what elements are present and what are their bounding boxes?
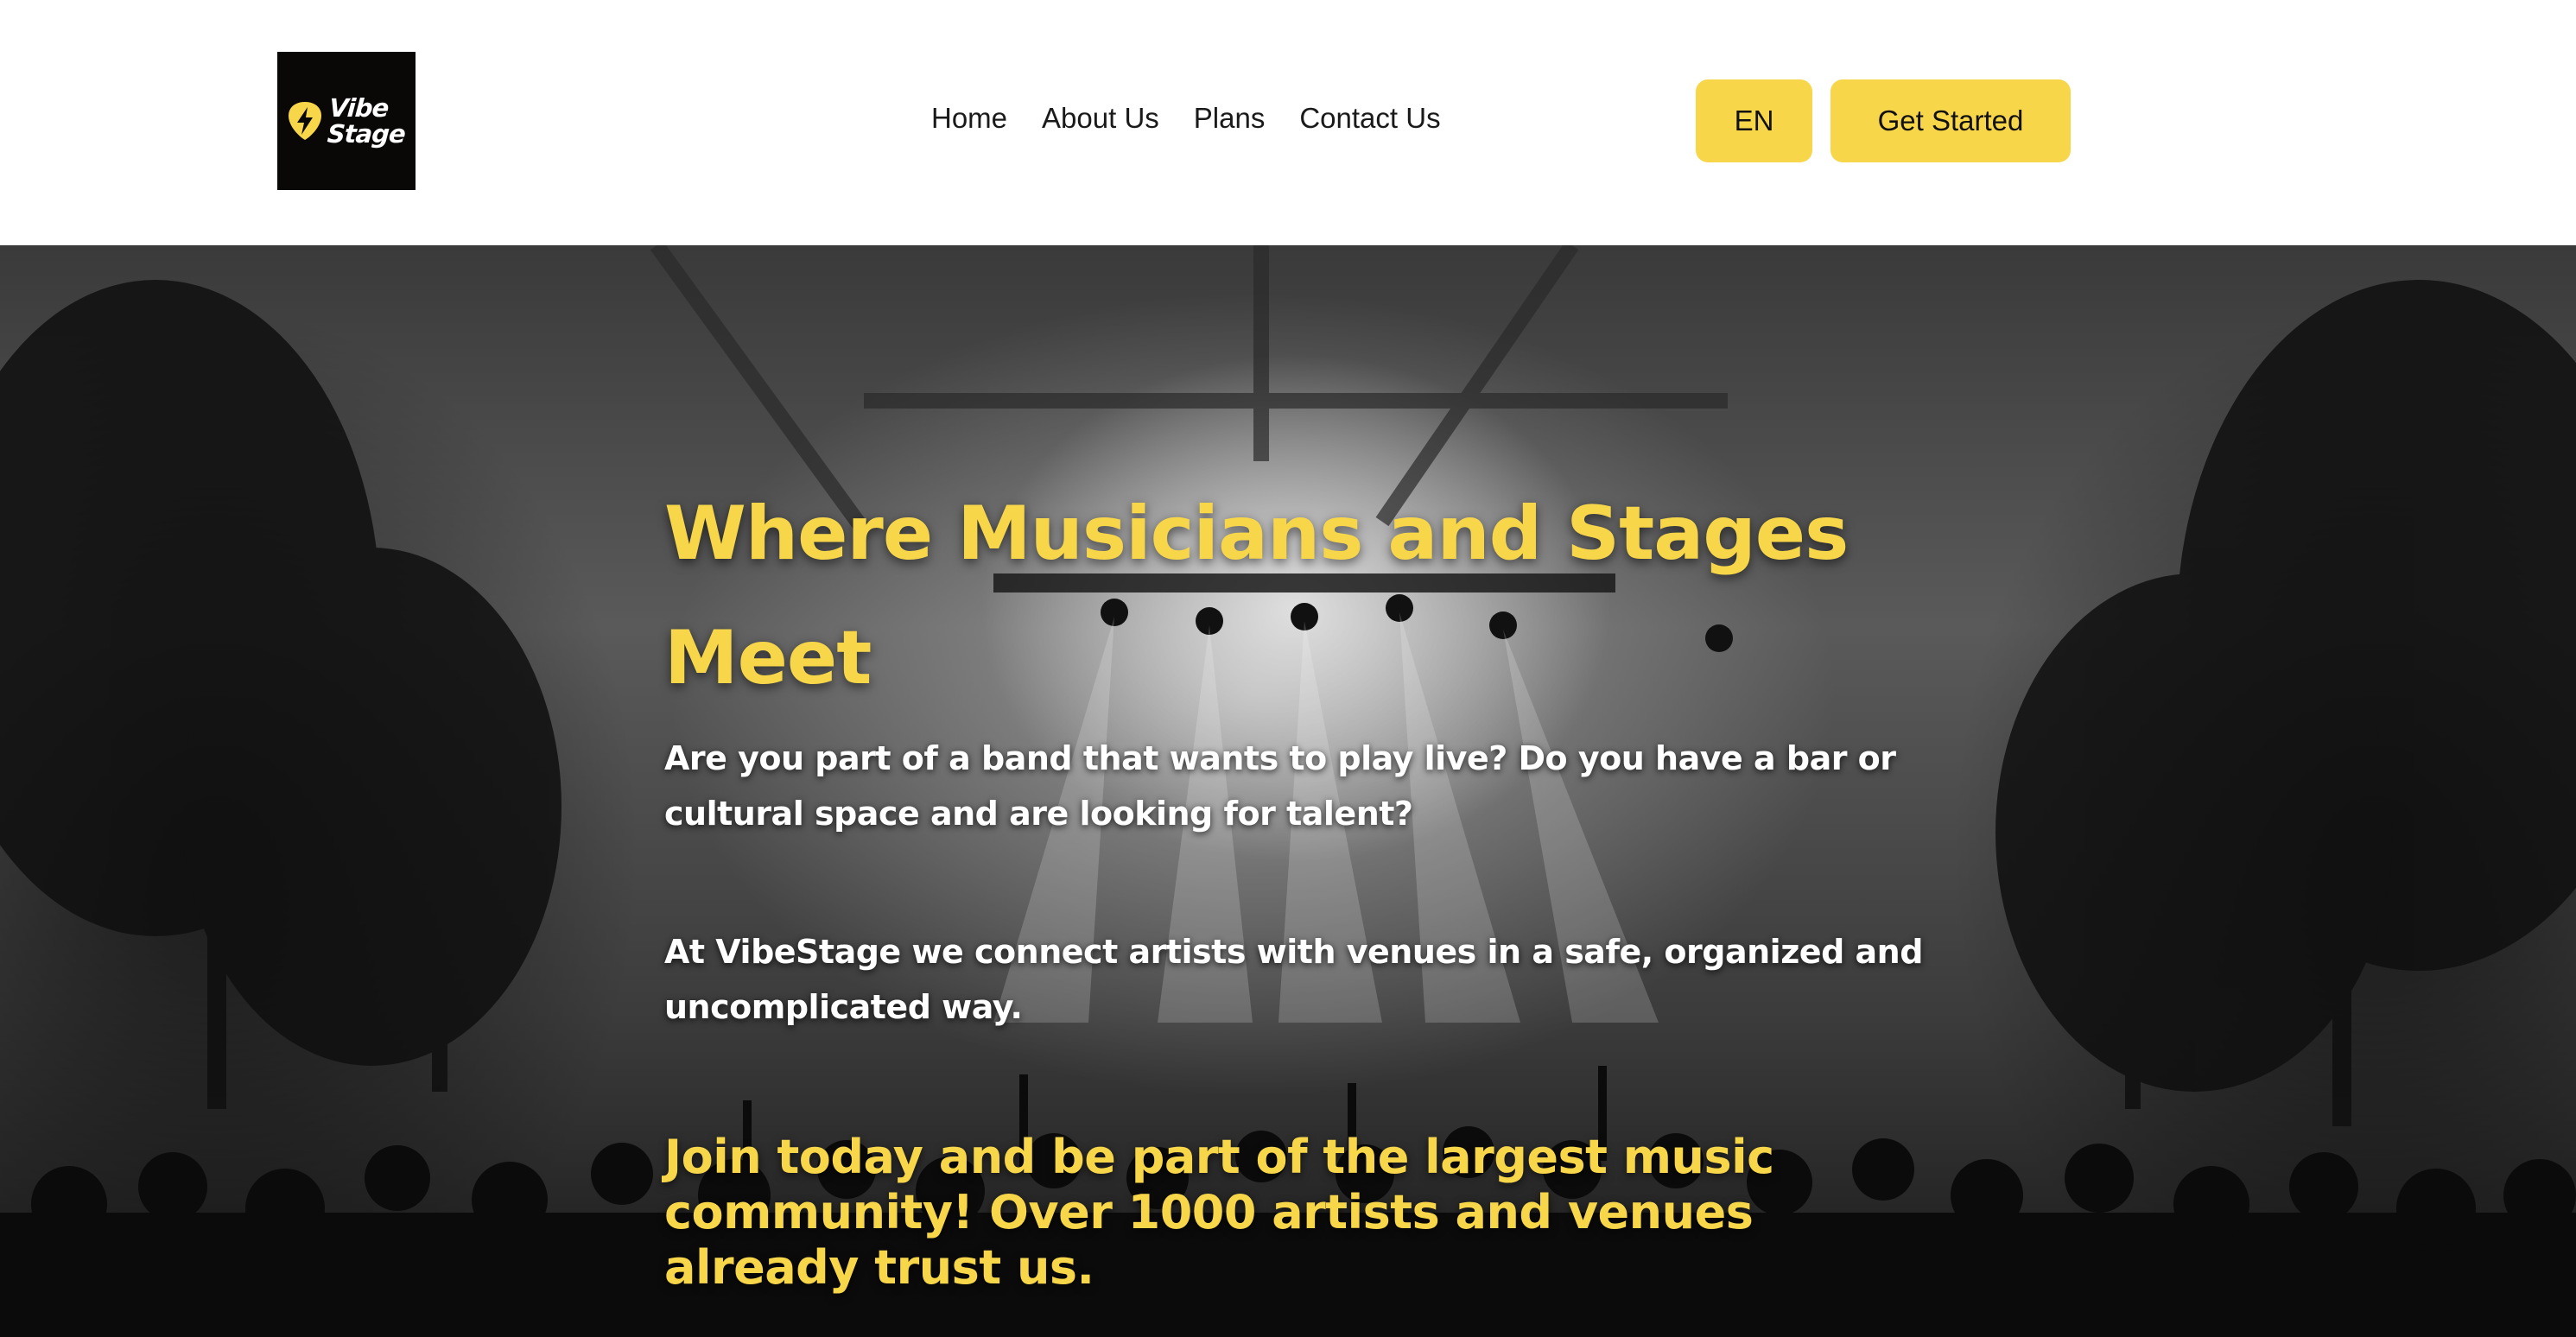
- main-nav: Home About Us Plans Contact Us: [931, 102, 1441, 135]
- logo-line-2: Stage: [326, 119, 407, 149]
- nav-contact-us[interactable]: Contact Us: [1299, 102, 1440, 135]
- get-started-button[interactable]: Get Started: [1830, 79, 2071, 162]
- hero-section: Where Musicians and Stages Meet Are you …: [0, 245, 2576, 1337]
- site-header: Vibe Stage Home About Us Plans Contact U…: [0, 0, 2576, 245]
- lightning-pick-icon: [289, 102, 322, 140]
- hero-title: Where Musicians and Stages Meet: [664, 491, 1849, 701]
- hero-paragraph-1: Are you part of a band that wants to pla…: [664, 739, 1896, 833]
- logo-wordmark: Vibe Stage: [326, 93, 408, 149]
- nav-plans[interactable]: Plans: [1194, 102, 1266, 135]
- language-button[interactable]: EN: [1696, 79, 1812, 162]
- hero-content: Where Musicians and Stages Meet Are you …: [664, 472, 1960, 1296]
- nav-about-us[interactable]: About Us: [1042, 102, 1159, 135]
- hero-paragraph-2: At VibeStage we connect artists with ven…: [664, 933, 1923, 1026]
- nav-home[interactable]: Home: [931, 102, 1007, 135]
- page: Vibe Stage Home About Us Plans Contact U…: [0, 0, 2576, 1337]
- logo-line-1: Vibe: [327, 93, 390, 123]
- vibestage-logo[interactable]: Vibe Stage: [277, 52, 416, 190]
- hero-cta-text: Join today and be part of the largest mu…: [664, 1130, 1774, 1295]
